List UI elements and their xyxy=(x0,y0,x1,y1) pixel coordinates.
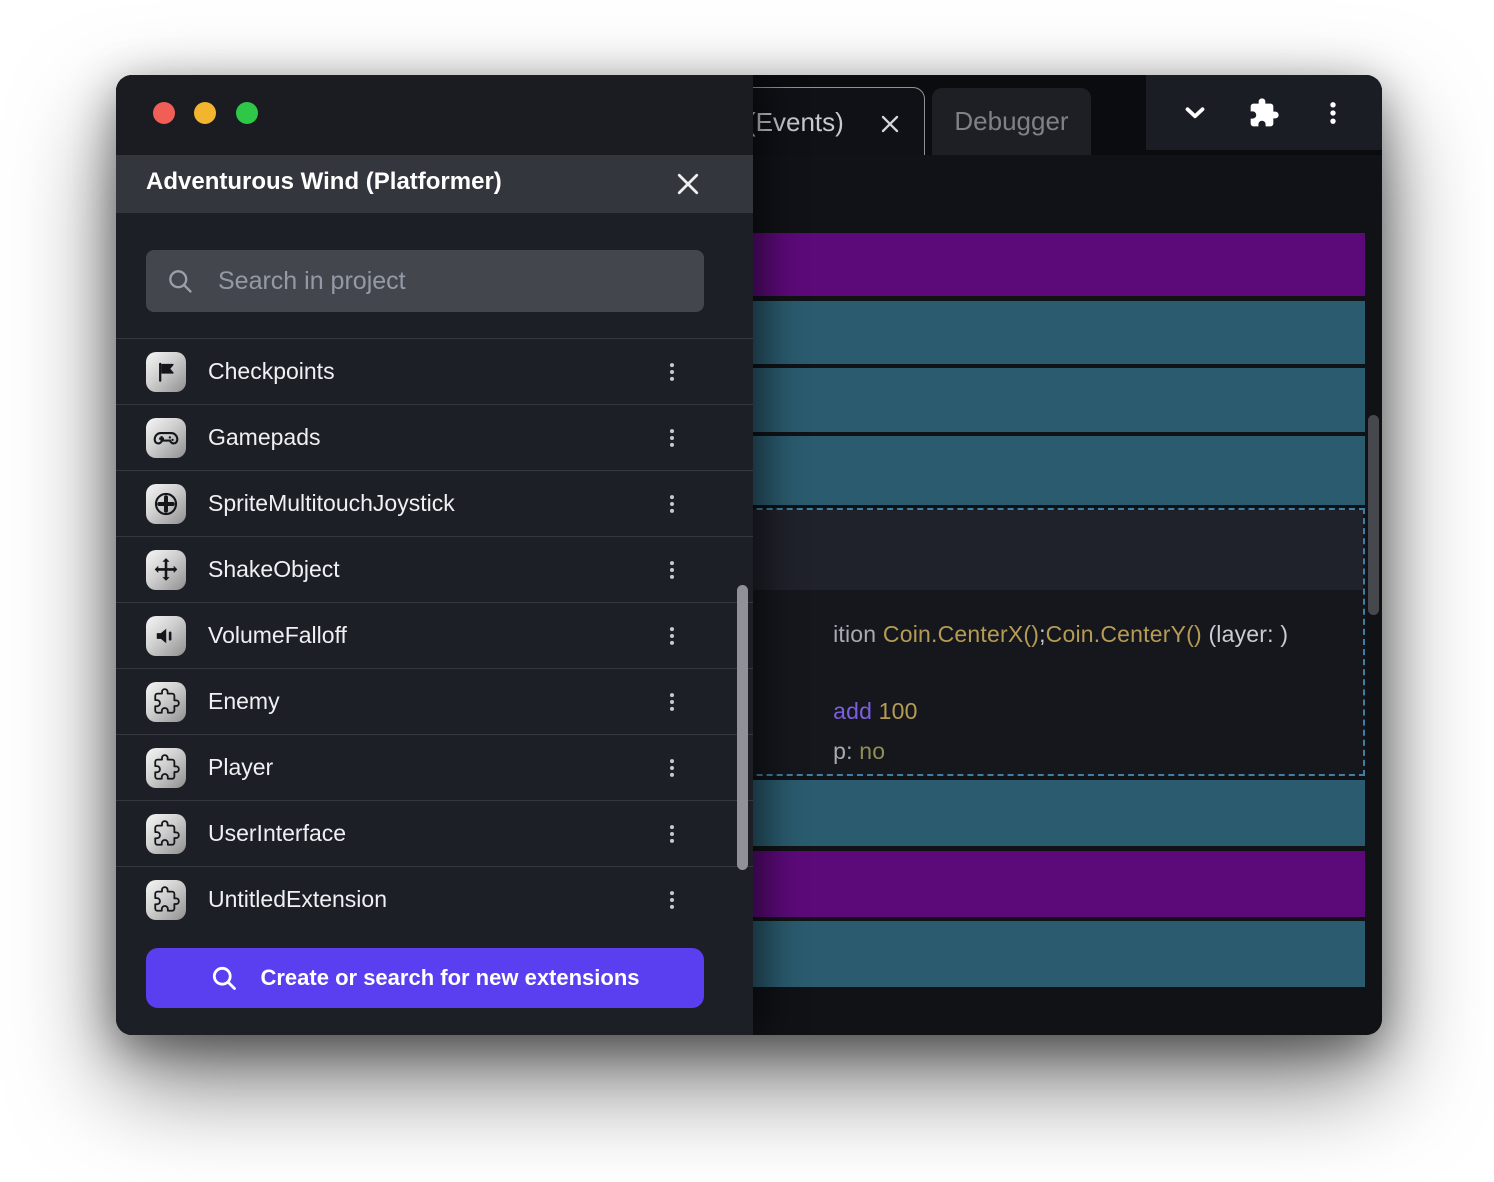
list-item-label: Checkpoints xyxy=(208,358,335,385)
list-item-label: VolumeFalloff xyxy=(208,622,347,649)
move-arrows-icon xyxy=(146,550,186,590)
extensions-list: Checkpoints Gamepads xyxy=(116,338,753,932)
app-window: (Events) Debugger xyxy=(116,75,1382,1035)
list-item-checkpoints[interactable]: Checkpoints xyxy=(116,338,753,404)
code-token: Coin.CenterX() xyxy=(883,621,1039,647)
drawer-scrollbar[interactable] xyxy=(737,585,748,870)
list-item-player[interactable]: Player xyxy=(116,734,753,800)
item-menu-icon[interactable] xyxy=(656,420,688,456)
list-item-volumefalloff[interactable]: VolumeFalloff xyxy=(116,602,753,668)
code-token: p: xyxy=(833,738,859,764)
project-search[interactable] xyxy=(146,250,704,312)
list-item-userinterface[interactable]: UserInterface xyxy=(116,800,753,866)
item-menu-icon[interactable] xyxy=(656,816,688,852)
drawer-close-icon[interactable] xyxy=(672,168,704,200)
list-item-gamepads[interactable]: Gamepads xyxy=(116,404,753,470)
tab-close-icon[interactable] xyxy=(878,112,902,136)
item-menu-icon[interactable] xyxy=(656,882,688,918)
events-scrollbar[interactable] xyxy=(1368,415,1379,615)
list-item-label: Player xyxy=(208,754,273,781)
list-item-enemy[interactable]: Enemy xyxy=(116,668,753,734)
puzzle-icon xyxy=(146,748,186,788)
traffic-light-close[interactable] xyxy=(153,102,175,124)
list-item-spritemultitouchjoystick[interactable]: SpriteMultitouchJoystick xyxy=(116,470,753,536)
code-token: ; xyxy=(1039,621,1046,647)
code-token: ition xyxy=(833,621,883,647)
search-input[interactable] xyxy=(216,266,684,297)
item-menu-icon[interactable] xyxy=(656,750,688,786)
create-extension-label: Create or search for new extensions xyxy=(260,965,639,991)
project-manager-drawer: Adventurous Wind (Platformer) Checkpoint… xyxy=(116,75,753,1035)
project-title: Adventurous Wind (Platformer) xyxy=(146,168,502,196)
puzzle-icon xyxy=(146,682,186,722)
tab-debugger[interactable]: Debugger xyxy=(932,88,1091,155)
traffic-light-minimize[interactable] xyxy=(194,102,216,124)
speaker-icon xyxy=(146,616,186,656)
list-item-shakeobject[interactable]: ShakeObject xyxy=(116,536,753,602)
item-menu-icon[interactable] xyxy=(656,552,688,588)
code-token: (layer: ) xyxy=(1202,621,1288,647)
extensions-puzzle-icon[interactable] xyxy=(1244,93,1284,133)
list-item-label: ShakeObject xyxy=(208,556,340,583)
more-vertical-icon[interactable] xyxy=(1313,93,1353,133)
item-menu-icon[interactable] xyxy=(656,618,688,654)
list-item-label: UserInterface xyxy=(208,820,346,847)
puzzle-icon xyxy=(146,814,186,854)
gamepad-icon xyxy=(146,418,186,458)
list-item-label: UntitledExtension xyxy=(208,886,387,913)
search-icon xyxy=(166,267,194,295)
tab-events-label: (Events) xyxy=(747,107,844,138)
code-token: Coin.CenterY() xyxy=(1046,621,1202,647)
flag-icon xyxy=(146,352,186,392)
search-icon xyxy=(210,964,238,992)
chevron-down-icon[interactable] xyxy=(1175,93,1215,133)
puzzle-icon xyxy=(146,880,186,920)
create-extension-button[interactable]: Create or search for new extensions xyxy=(146,948,704,1008)
list-item-label: Enemy xyxy=(208,688,280,715)
top-right-strip xyxy=(1146,75,1382,150)
joystick-icon xyxy=(146,484,186,524)
item-menu-icon[interactable] xyxy=(656,486,688,522)
item-menu-icon[interactable] xyxy=(656,354,688,390)
window-titlebar xyxy=(116,75,753,155)
event-action-position: ition Coin.CenterX();Coin.CenterY() (lay… xyxy=(754,594,1288,675)
item-menu-icon[interactable] xyxy=(656,684,688,720)
traffic-light-zoom[interactable] xyxy=(236,102,258,124)
list-item-untitledextension[interactable]: UntitledExtension xyxy=(116,866,753,932)
code-token: no xyxy=(859,738,885,764)
list-item-label: Gamepads xyxy=(208,424,321,451)
drawer-header: Adventurous Wind (Platformer) xyxy=(116,155,753,213)
desktop: (Events) Debugger xyxy=(0,0,1494,1182)
list-item-label: SpriteMultitouchJoystick xyxy=(208,490,455,517)
